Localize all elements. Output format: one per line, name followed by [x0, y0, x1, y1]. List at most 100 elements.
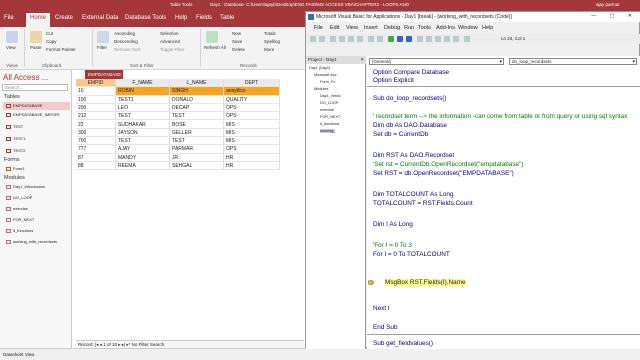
nav-item-module[interactable]: if_functions [3, 227, 70, 235]
table-row[interactable]: 87 MANDY JR HR [76, 153, 296, 162]
table-row[interactable]: 200 LEO DECAP OPS [76, 103, 296, 113]
table-row[interactable]: 300 JAYSON GELLER MIS [76, 128, 296, 138]
table-row[interactable]: 100 TEST1 DONALD QUALITY [76, 95, 296, 104]
tab-table[interactable]: Table [220, 15, 234, 21]
column-header[interactable]: EMPID [76, 79, 116, 88]
find-icon[interactable] [357, 36, 363, 42]
nav-item-table[interactable]: TEST1 [3, 135, 70, 143]
ascending-button[interactable]: Ascending [114, 31, 135, 36]
table-cell[interactable]: 700 [76, 137, 116, 146]
table-cell[interactable]: TEST [116, 112, 170, 121]
spelling-button[interactable]: Spelling [264, 39, 280, 44]
descending-button[interactable]: Descending [114, 39, 138, 44]
nav-section-modules[interactable]: Modules [4, 175, 25, 181]
nav-item-table[interactable]: EMPDATABASE_IMPORT [3, 111, 70, 119]
paste-icon[interactable] [30, 31, 42, 43]
table-cell[interactable]: SUDHAKAR [116, 120, 170, 129]
refresh-icon[interactable] [206, 31, 218, 43]
code-window[interactable]: (General) do_loop_recordsets Option Comp… [367, 56, 640, 349]
table-cell[interactable]: MANDY [116, 153, 170, 162]
tab-database-tools[interactable]: Database Tools [125, 15, 166, 21]
copy-icon[interactable] [339, 36, 345, 42]
table-cell[interactable]: PARMAR [170, 145, 224, 154]
tree-node-module[interactable]: Day1_introd [320, 94, 340, 98]
table-row[interactable]: 22 SUDHAKAR BOSE MIS [76, 120, 296, 129]
tree-node-module[interactable]: working_ [320, 129, 336, 133]
table-cell[interactable]: OPS [224, 103, 280, 113]
selection-button[interactable]: Selection [160, 31, 179, 36]
nav-item-form[interactable]: Form1 [3, 165, 70, 173]
tab-create[interactable]: Create [55, 15, 73, 21]
menu-insert[interactable]: Insert [364, 25, 378, 31]
cut-icon[interactable] [330, 36, 336, 42]
object-browser-icon[interactable] [444, 36, 450, 42]
table-cell[interactable]: DONALD [170, 95, 224, 104]
nav-item-module[interactable]: working_with_recordsets [3, 238, 70, 246]
tree-node-module[interactable]: DO_LOOP [320, 101, 338, 105]
window-controls[interactable]: — ▢ ✕ [591, 13, 638, 19]
table-cell[interactable]: HR [224, 153, 280, 162]
table-cell[interactable]: 300 [76, 128, 116, 138]
table-cell[interactable]: OPS [224, 112, 280, 121]
table-row[interactable]: 700 TEST TEST MIS [76, 137, 296, 146]
procedure-combo[interactable]: do_loop_recordsets [509, 58, 637, 65]
table-cell[interactable]: JR [170, 153, 224, 162]
paste-button[interactable]: Paste [30, 45, 42, 50]
help-icon[interactable] [464, 36, 470, 42]
break-icon[interactable] [397, 36, 403, 42]
menu-view[interactable]: View [346, 25, 358, 31]
format-painter-button[interactable]: Format Painter [46, 47, 76, 52]
table-cell[interactable]: SINGH [170, 87, 224, 96]
tree-node-module[interactable]: exercise [320, 108, 334, 112]
table-cell[interactable]: JAYSON [116, 128, 170, 138]
table-cell[interactable]: MIS [224, 120, 280, 129]
advanced-button[interactable]: Advanced [160, 39, 180, 44]
nav-item-module[interactable]: Day1_introduction [3, 183, 70, 191]
table-cell[interactable]: BOSE [170, 120, 224, 129]
paste-icon[interactable] [348, 36, 354, 42]
table-cell[interactable]: REEMA [116, 162, 170, 171]
menu-edit[interactable]: Edit [330, 25, 339, 31]
table-cell[interactable]: LEO [116, 103, 170, 113]
nav-item-module[interactable]: exercise [3, 205, 70, 213]
close-icon[interactable]: ✕ [360, 57, 364, 63]
table-cell[interactable]: ROBIN [116, 87, 170, 96]
table-cell[interactable]: HR [224, 162, 280, 171]
tab-help[interactable]: Help [175, 15, 187, 21]
design-mode-icon[interactable] [417, 36, 423, 42]
table-cell[interactable]: GELLER [170, 128, 224, 138]
tree-node-module[interactable]: FOR_NEXT [320, 115, 340, 119]
refresh-all-button[interactable]: Refresh All [204, 45, 226, 50]
table-cell[interactable]: DECAP [170, 103, 224, 113]
tab-home[interactable]: Home [26, 13, 51, 27]
table-cell[interactable]: SEHGAL [170, 162, 224, 171]
totals-button[interactable]: Totals [264, 31, 276, 36]
table-cell[interactable]: 777 [76, 145, 116, 154]
redo-icon[interactable] [377, 36, 383, 42]
nav-item-table[interactable]: TEST [3, 123, 70, 131]
table-row[interactable]: 88 REEMA SEHGAL HR [76, 162, 296, 171]
column-header[interactable]: DEPT [224, 79, 280, 88]
tree-node-folder[interactable]: Microsoft Acc [314, 73, 337, 77]
column-header[interactable]: F_NAME [116, 79, 170, 88]
view-access-icon[interactable] [310, 36, 316, 42]
menu-window[interactable]: Window [458, 25, 478, 31]
table-cell[interactable]: 212 [76, 112, 116, 121]
cut-button[interactable]: Cut [46, 31, 53, 36]
table-cell[interactable]: anayltics [224, 87, 280, 96]
nav-item-module[interactable]: DO_LOOP [3, 194, 70, 202]
table-cell[interactable]: 10 [76, 87, 116, 96]
nav-item-module[interactable]: FOR_NEXT [3, 216, 70, 224]
table-cell[interactable]: 88 [76, 162, 116, 171]
table-cell[interactable]: MIS [224, 128, 280, 138]
undo-icon[interactable] [368, 36, 374, 42]
table-cell[interactable]: OPS [224, 145, 280, 154]
run-icon[interactable] [388, 36, 394, 42]
table-cell[interactable]: QUALITY [224, 95, 280, 104]
table-cell[interactable]: TEST [170, 112, 224, 121]
menu-debug[interactable]: Debug [384, 25, 400, 31]
nav-section-forms[interactable]: Forms [4, 157, 20, 163]
table-row[interactable]: 777 AJAY PARMAR OPS [76, 145, 296, 154]
tab-fields[interactable]: Fields [196, 15, 212, 21]
nav-item-table[interactable]: TEST2 [3, 147, 70, 155]
